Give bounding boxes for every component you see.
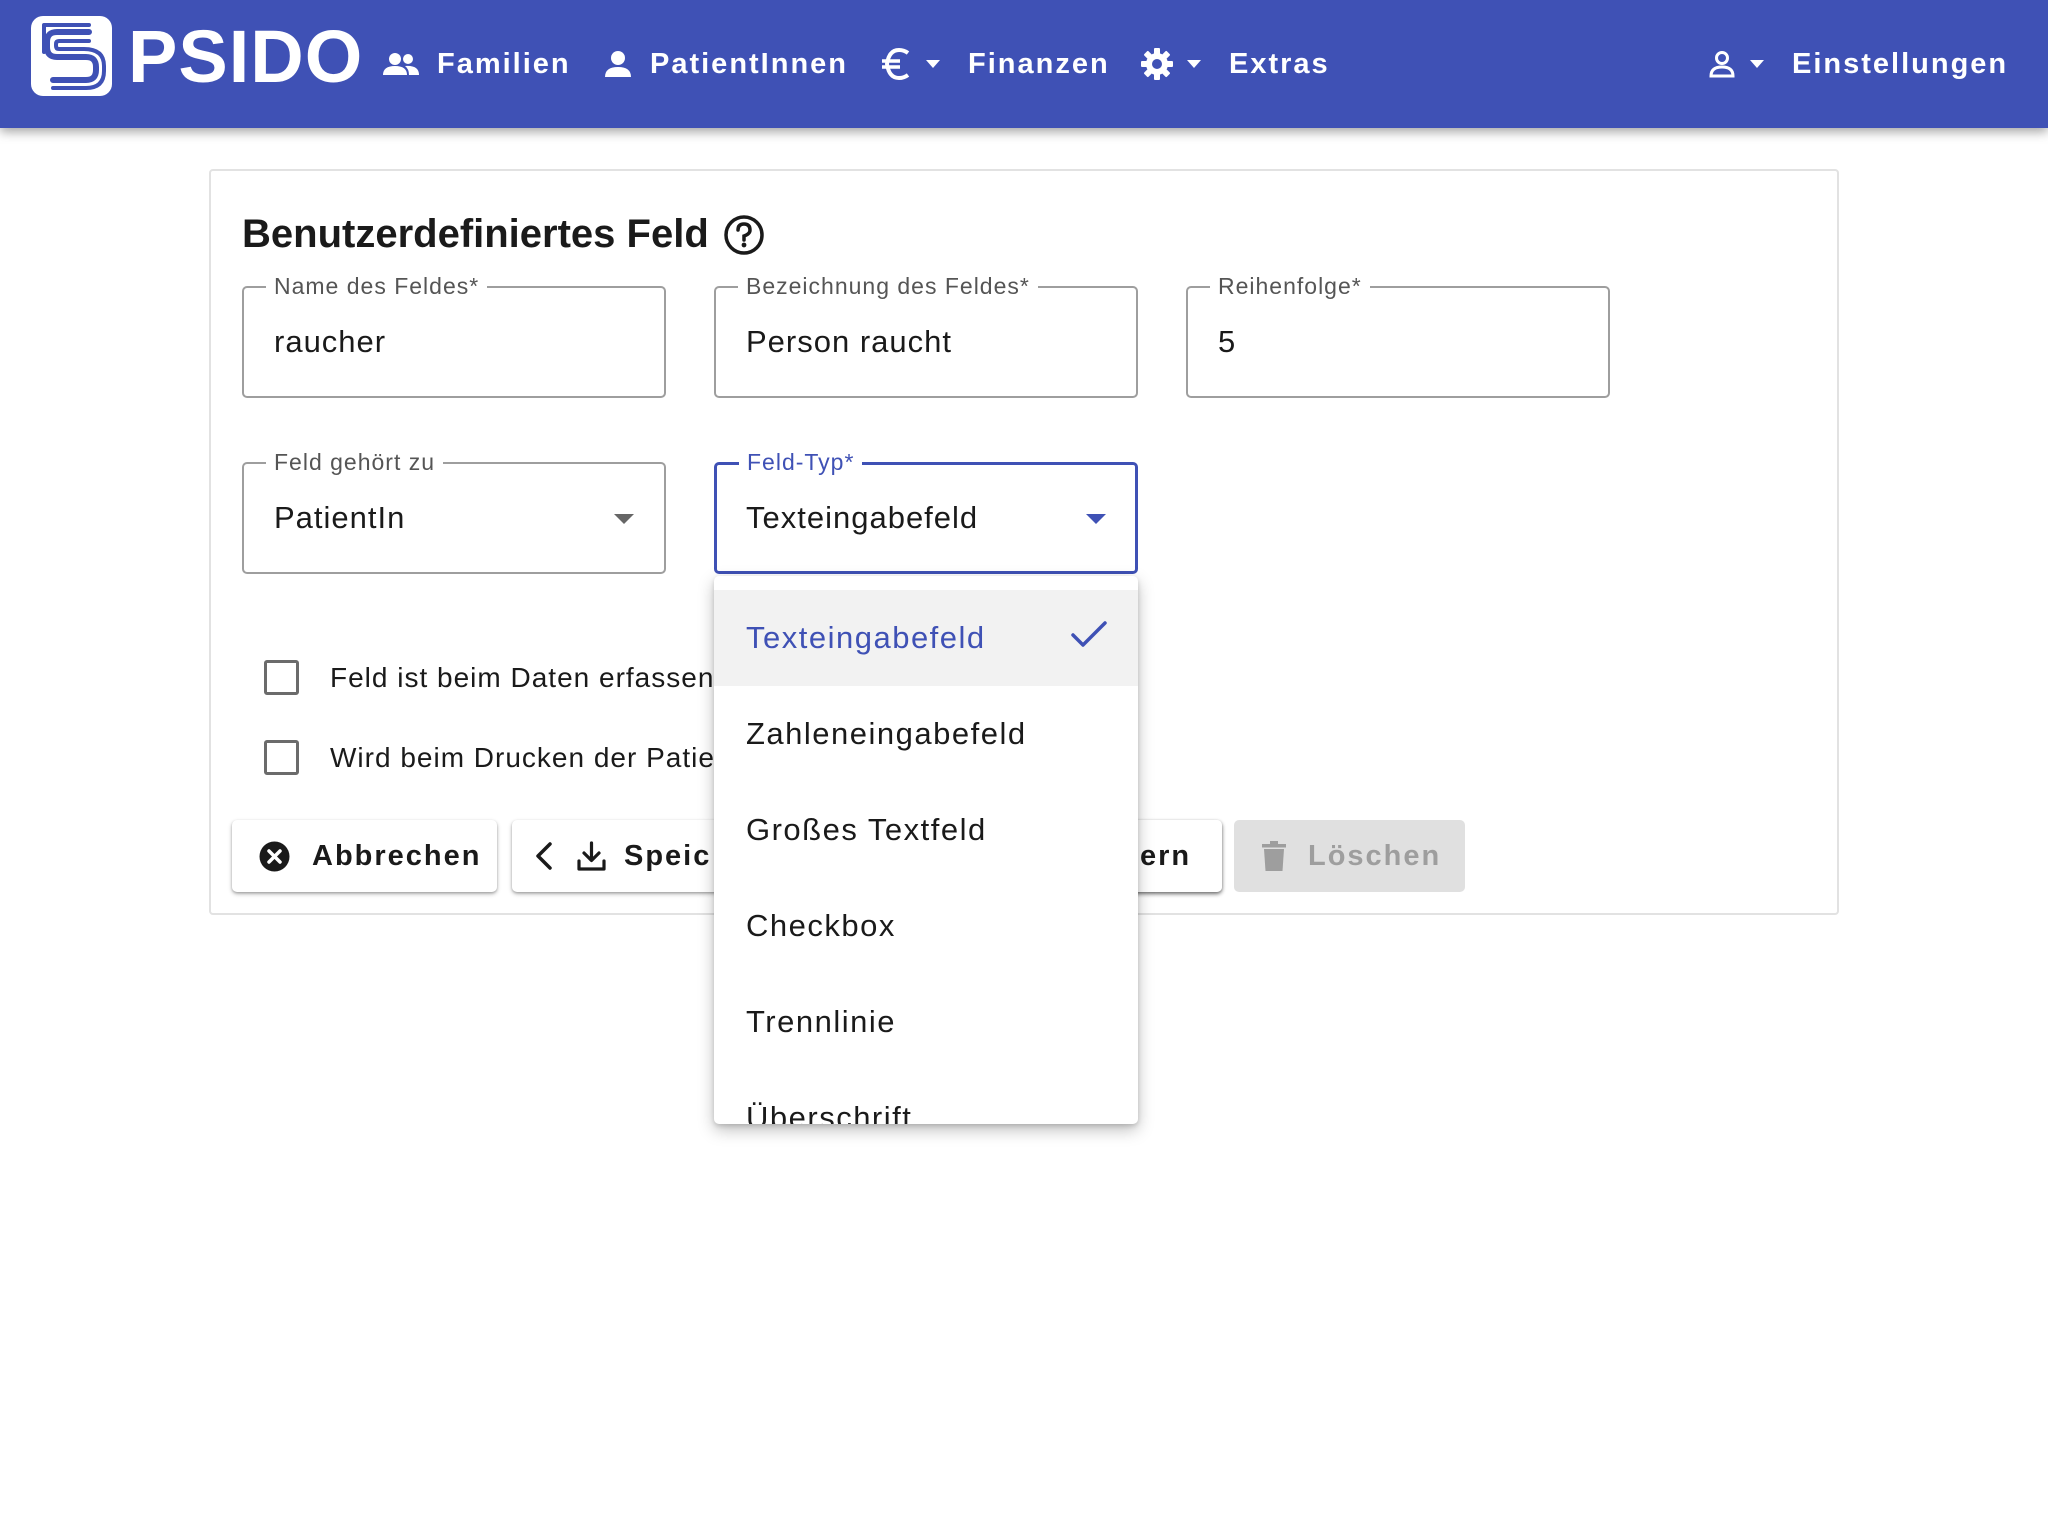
dropdown-option-label: Texteingabefeld [746,620,986,655]
field-bezeichnung-label: Bezeichnung des Feldes* [738,273,1038,299]
cancel-button[interactable]: Abbrechen [232,820,497,892]
field-gehoert-zu-select[interactable]: Feld gehört zu PatientIn [242,449,666,574]
nav-familien[interactable]: Familien [383,36,571,92]
dropdown-option-label: Zahleneingabefeld [746,716,1027,751]
nav-patienten[interactable]: PatientInnen [604,36,848,92]
field-typ-label: Feld-Typ* [739,449,863,475]
dropdown-option-label: Überschrift [746,1100,913,1124]
field-name-value: raucher [274,324,387,359]
nav-familien-label: Familien [437,47,571,80]
dropdown-option-label: Großes Textfeld [746,812,987,847]
cancel-icon [259,841,290,872]
nav-einstellungen-label: Einstellungen [1792,47,2009,80]
field-type-dropdown-menu: Texteingabefeld Zahleneingabefeld Großes… [714,576,1138,1124]
field-bezeichnung-input[interactable]: Bezeichnung des Feldes* Person raucht [714,273,1138,398]
nav-extras[interactable]: Extras [1141,36,1330,92]
required-checkbox-label: Feld ist beim Daten erfassen l [330,661,731,693]
download-icon [576,840,607,872]
dropdown-option[interactable]: Überschrift [714,1070,1138,1124]
field-gehoert-zu-value: PatientIn [274,500,406,535]
print-checkbox-label: Wird beim Drucken der Patient [330,741,741,773]
nav-finanzen-label: Finanzen [968,47,1110,80]
dropdown-option[interactable]: Trennlinie [714,974,1138,1070]
required-checkbox[interactable] [264,660,299,695]
euro-icon [882,48,912,80]
chevron-down-icon [1750,60,1764,68]
people-icon [383,52,419,76]
field-typ-value: Texteingabefeld [746,500,979,535]
nav-einstellungen[interactable]: Einstellungen [1708,36,2008,92]
page-title-text: Benutzerdefiniertes Feld [242,212,709,256]
dropdown-arrow-icon [614,514,634,524]
field-reihenfolge-value: 5 [1218,324,1237,359]
chevron-left-icon [534,841,554,871]
chevron-down-icon [926,60,940,68]
cancel-button-label: Abbrechen [312,839,482,872]
field-name-label: Name des Feldes* [266,273,488,299]
dropdown-option[interactable]: Großes Textfeld [714,782,1138,878]
dropdown-arrow-icon [1086,514,1106,524]
nav-finanzen[interactable]: Finanzen [882,36,1110,92]
field-name-input[interactable]: Name des Feldes* raucher [242,273,666,398]
field-reihenfolge-label: Reihenfolge* [1210,273,1370,299]
delete-button-label: Löschen [1308,839,1442,872]
account-outline-icon [1708,50,1736,78]
person-icon [604,50,632,78]
dropdown-option-label: Trennlinie [746,1004,896,1039]
help-icon[interactable] [723,214,765,256]
page-title: Benutzerdefiniertes Feld [242,212,765,257]
chevron-down-icon [1187,60,1201,68]
dropdown-option[interactable]: Checkbox [714,878,1138,974]
brand-name[interactable]: PSIDO [128,14,363,100]
gear-icon [1141,48,1173,80]
nav-patienten-label: PatientInnen [650,47,849,80]
psido-logo-icon[interactable] [31,16,112,96]
print-checkbox[interactable] [264,740,299,775]
field-reihenfolge-input[interactable]: Reihenfolge* 5 [1186,273,1610,398]
checkbox-row-required[interactable]: Feld ist beim Daten erfassen l [264,660,730,695]
dropdown-option[interactable]: Texteingabefeld [714,590,1138,686]
dropdown-option[interactable]: Zahleneingabefeld [714,686,1138,782]
delete-button[interactable]: Löschen [1234,820,1465,892]
field-bezeichnung-value: Person raucht [746,324,952,359]
trash-icon [1262,841,1286,871]
dropdown-option-label: Checkbox [746,908,896,943]
nav-extras-label: Extras [1229,47,1330,80]
field-gehoert-zu-label: Feld gehört zu [266,449,444,475]
checkmark-icon [1070,620,1108,658]
save-and-back-button-label: Speic [624,839,712,872]
field-typ-select[interactable]: Feld-Typ* Texteingabefeld [714,449,1138,574]
top-navbar: PSIDO Familien PatientInnen Finanzen Ext… [0,0,2048,128]
checkbox-row-print[interactable]: Wird beim Drucken der Patient [264,740,740,775]
save-button-label: ern [1140,839,1192,872]
